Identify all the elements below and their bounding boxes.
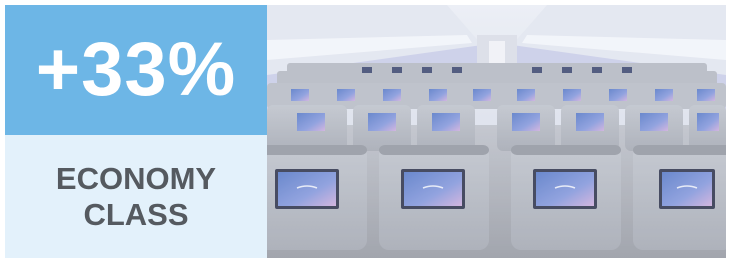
stat-label-line2: CLASS <box>83 196 189 232</box>
stat-value: +33% <box>35 27 237 112</box>
stat-card: +33% ECONOMY CLASS <box>5 5 726 258</box>
stat-value-box: +33% <box>5 5 267 135</box>
stat-label-line1: ECONOMY <box>55 160 217 196</box>
stat-panel: +33% ECONOMY CLASS <box>5 5 267 258</box>
economy-cabin-photo <box>267 5 726 258</box>
stat-label-box: ECONOMY CLASS <box>5 135 267 258</box>
cabin-illustration <box>267 5 726 258</box>
